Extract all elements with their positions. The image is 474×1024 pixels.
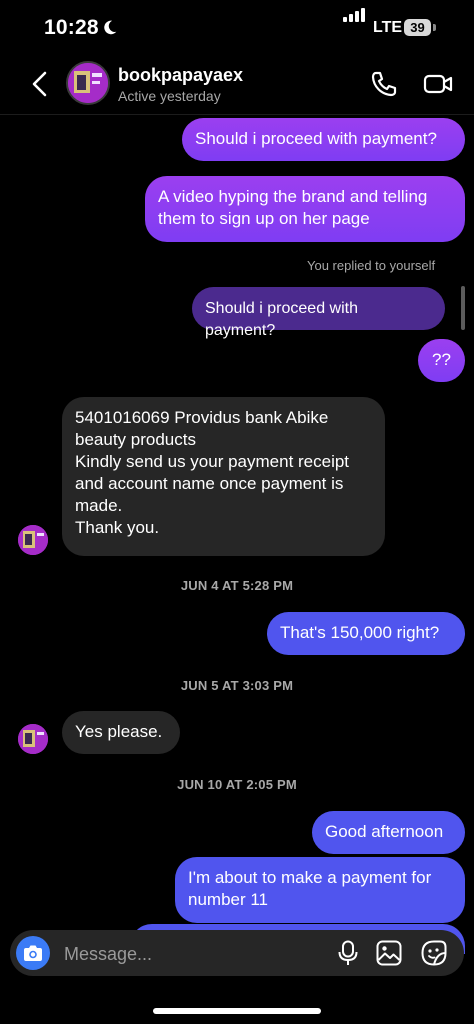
home-indicator[interactable] [153, 1008, 321, 1014]
replied-message-quote[interactable]: Should i proceed with payment? [192, 287, 445, 339]
timestamp: JUN 5 AT 3:03 PM [180, 678, 294, 693]
battery-icon: 39 [404, 19, 431, 36]
sender-avatar[interactable] [18, 525, 48, 555]
message-outgoing[interactable]: Should i proceed with payment? [182, 118, 465, 161]
message-text: 5401016069 Providus bank Abike beauty pr… [75, 408, 329, 449]
back-chevron-icon[interactable] [28, 70, 52, 98]
avatar[interactable] [66, 61, 110, 105]
message-text: Thank you. [75, 518, 160, 537]
camera-icon [24, 945, 42, 961]
message-text: Should i proceed with payment? [195, 129, 437, 148]
reply-note: You replied to yourself [307, 258, 436, 273]
message-outgoing[interactable]: ?? [418, 339, 465, 382]
message-text: That's 150,000 right? [280, 623, 440, 642]
message-text: Kindly send us your payment receipt and … [75, 452, 350, 515]
sticker-icon[interactable] [421, 940, 447, 966]
network-type: LTE [373, 19, 403, 36]
message-outgoing[interactable]: I'm about to make a payment for number 1… [175, 857, 465, 923]
message-text: Yes please. [75, 722, 163, 741]
message-text: I'm about to make a payment for number 1… [188, 868, 432, 909]
video-camera-icon[interactable] [423, 70, 453, 98]
message-text: ?? [432, 350, 451, 369]
message-outgoing[interactable]: Good afternoon [312, 811, 465, 854]
status-bar: 10:28 LTE 39 [0, 0, 474, 56]
message-input[interactable] [62, 930, 316, 978]
chat-username[interactable]: bookpapayaex [118, 65, 243, 86]
timestamp: JUN 4 AT 5:28 PM [180, 578, 294, 593]
message-text: Good afternoon [325, 822, 444, 841]
chat-header: bookpapayaex Active yesterday [0, 56, 474, 115]
camera-button[interactable] [16, 936, 50, 970]
moon-icon [104, 20, 117, 35]
message-incoming[interactable]: 5401016069 Providus bank Abike beauty pr… [62, 397, 385, 556]
battery-tip [433, 24, 436, 31]
scrollbar[interactable] [461, 286, 465, 330]
message-composer [10, 930, 464, 978]
message-text: A video hyping the brand and telling the… [158, 187, 428, 228]
phone-icon[interactable] [370, 70, 398, 98]
microphone-icon[interactable] [337, 940, 359, 966]
message-outgoing[interactable]: That's 150,000 right? [267, 612, 465, 655]
gallery-icon[interactable] [376, 940, 402, 966]
message-outgoing[interactable]: A video hyping the brand and telling the… [145, 176, 465, 242]
message-text: Should i proceed with payment? [205, 300, 358, 339]
active-status: Active yesterday [118, 88, 221, 104]
sender-avatar[interactable] [18, 724, 48, 754]
timestamp: JUN 10 AT 2:05 PM [177, 777, 297, 792]
status-time: 10:28 [44, 16, 99, 39]
message-incoming[interactable]: Yes please. [62, 711, 180, 754]
